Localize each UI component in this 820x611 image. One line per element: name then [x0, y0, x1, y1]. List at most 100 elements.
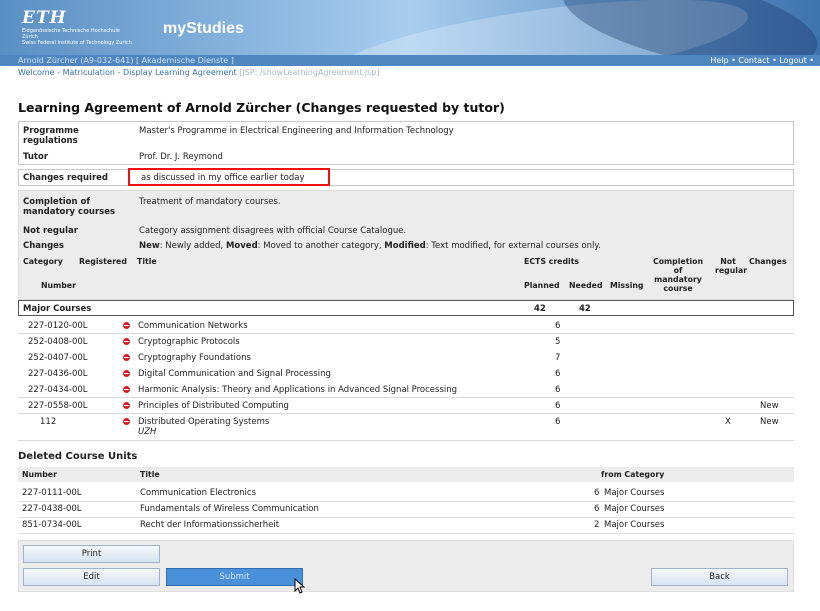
table-row: 252-0408-00L Cryptographic Protocols 5 — [18, 334, 794, 350]
table-row: 227-0558-00L Principles of Distributed Co… — [18, 398, 794, 414]
deleted-title: Communication Electronics — [140, 488, 257, 498]
course-number: 227-0436-00L — [28, 369, 88, 379]
row-separator — [18, 333, 794, 334]
not-regular-label: Not regular — [23, 226, 78, 236]
col-number: Number — [41, 281, 76, 290]
page-header: ETH Eidgenössische Technische Hochschule… — [0, 0, 820, 55]
course-planned: 7 — [555, 353, 561, 363]
contact-link[interactable]: Contact — [738, 56, 769, 65]
course-subtitle: UZH — [138, 427, 157, 437]
eth-logo: ETH — [22, 8, 67, 28]
course-number: 252-0407-00L — [28, 353, 88, 363]
breadcrumb-jsp: [JSP: /showLearningAgreement.jsp] — [239, 68, 380, 77]
completion-label: Completion of mandatory courses — [23, 197, 116, 217]
deleted-number: 227-0111-00L — [22, 488, 82, 498]
course-change: New — [760, 417, 779, 427]
deleted-credits: 2 — [594, 520, 600, 530]
help-link[interactable]: Help — [710, 56, 728, 65]
changes-label: Changes — [23, 241, 64, 251]
highlight-box — [128, 168, 330, 186]
user-info: Arnold Zürcher (A9-032-641) [ Akademisch… — [18, 56, 234, 65]
course-number: 112 — [40, 417, 57, 427]
col-ects: ECTS credits — [524, 257, 580, 266]
course-number: 227-0558-00L — [28, 401, 88, 411]
deleted-col-from: from Category — [601, 470, 665, 479]
course-planned: 6 — [555, 369, 561, 379]
deleted-credits: 6 — [594, 504, 600, 514]
submit-button[interactable]: Submit — [166, 568, 303, 586]
table-row: 112 Distributed Operating Systems UZH 6 X New — [18, 414, 794, 438]
programme-label: Programme regulations — [23, 126, 79, 146]
deleted-title: Deleted Course Units — [18, 451, 138, 462]
course-planned: 6 — [555, 401, 561, 411]
col-changes: Changes — [749, 257, 787, 266]
top-links: Help • Contact • Logout • — [710, 56, 814, 65]
registered-status-icon — [123, 402, 130, 409]
col-planned: Planned — [524, 281, 560, 290]
completion-value: Treatment of mandatory courses. — [139, 197, 281, 207]
deleted-number: 851-0734-00L — [22, 520, 82, 530]
deleted-number: 227-0438-00L — [22, 504, 82, 514]
course-number: 252-0408-00L — [28, 337, 88, 347]
course-planned: 6 — [555, 321, 561, 331]
not-regular-value: Category assignment disagrees with offic… — [139, 226, 407, 236]
col-missing: Missing — [610, 281, 644, 290]
deleted-category: Major Courses — [604, 488, 665, 498]
row-separator — [18, 397, 794, 398]
col-title: Title — [137, 257, 157, 266]
course-planned: 6 — [555, 417, 561, 427]
user-bar: Arnold Zürcher (A9-032-641) [ Akademisch… — [0, 55, 820, 66]
tutor-label: Tutor — [23, 152, 49, 162]
page-title: Learning Agreement of Arnold Zürcher (Ch… — [18, 100, 505, 115]
breadcrumb-welcome[interactable]: Welcome — [18, 68, 55, 77]
programme-value: Master's Programme in Electrical Enginee… — [139, 126, 454, 136]
table-row: 227-0436-00L Digital Communication and Si… — [18, 366, 794, 382]
course-planned: 5 — [555, 337, 561, 347]
deleted-row: 227-0438-00L Fundamentals of Wireless Com… — [18, 501, 794, 518]
course-number: 227-0434-00L — [28, 385, 88, 395]
registered-status-icon — [123, 338, 130, 345]
print-button[interactable]: Print — [23, 545, 160, 563]
col-completion: Completion of mandatory course — [652, 257, 704, 293]
legend-box: Completion of mandatory courses Treatmen… — [18, 190, 794, 300]
row-separator — [18, 440, 794, 441]
deleted-title: Fundamentals of Wireless Communication — [140, 504, 319, 514]
deleted-col-title: Title — [140, 470, 160, 479]
deleted-category: Major Courses — [604, 520, 665, 530]
course-title: Cryptography Foundations — [138, 353, 251, 363]
eth-logo-subtitle: Eidgenössische Technische Hochschule Zür… — [22, 28, 132, 46]
app-name: myStudies — [163, 20, 244, 37]
course-planned: 6 — [555, 385, 561, 395]
registered-status-icon — [123, 418, 130, 425]
edit-button[interactable]: Edit — [23, 568, 160, 586]
category-planned: 42 — [534, 304, 546, 314]
breadcrumb-current: Display Learning Agreement — [122, 68, 237, 77]
deleted-title: Recht der Informationssicherheit — [140, 520, 280, 530]
back-button[interactable]: Back — [651, 568, 788, 586]
col-category: Category — [23, 257, 63, 266]
row-separator — [18, 413, 794, 414]
changes-legend: New: Newly added, Moved: Moved to anothe… — [139, 241, 601, 251]
course-not-regular: X — [725, 417, 731, 427]
logout-link[interactable]: Logout — [779, 56, 806, 65]
category-needed: 42 — [579, 304, 591, 314]
col-needed: Needed — [569, 281, 603, 290]
table-row: 227-0120-00L Communication Networks 6 — [18, 318, 794, 334]
deleted-credits: 6 — [594, 488, 600, 498]
tutor-value: Prof. Dr. J. Reymond — [139, 152, 223, 162]
course-title: Principles of Distributed Computing — [138, 401, 289, 411]
course-title: Digital Communication and Signal Process… — [138, 369, 331, 379]
registered-status-icon — [123, 370, 130, 377]
registered-status-icon — [123, 322, 130, 329]
category-row: Major Courses 42 42 — [18, 300, 794, 316]
deleted-row: 227-0111-00L Communication Electronics 6 Ma… — [18, 485, 794, 502]
mouse-cursor-icon — [294, 578, 306, 594]
deleted-row: 851-0734-00L Recht der Informationssicher… — [18, 517, 794, 534]
course-change: New — [760, 401, 779, 411]
changes-required-label: Changes required — [23, 173, 108, 183]
breadcrumb-matriculation[interactable]: Matriculation — [63, 68, 115, 77]
course-title: Communication Networks — [138, 321, 248, 331]
col-not-regular: Not regular — [715, 257, 748, 275]
course-title: Cryptographic Protocols — [138, 337, 240, 347]
category-name: Major Courses — [23, 304, 92, 314]
